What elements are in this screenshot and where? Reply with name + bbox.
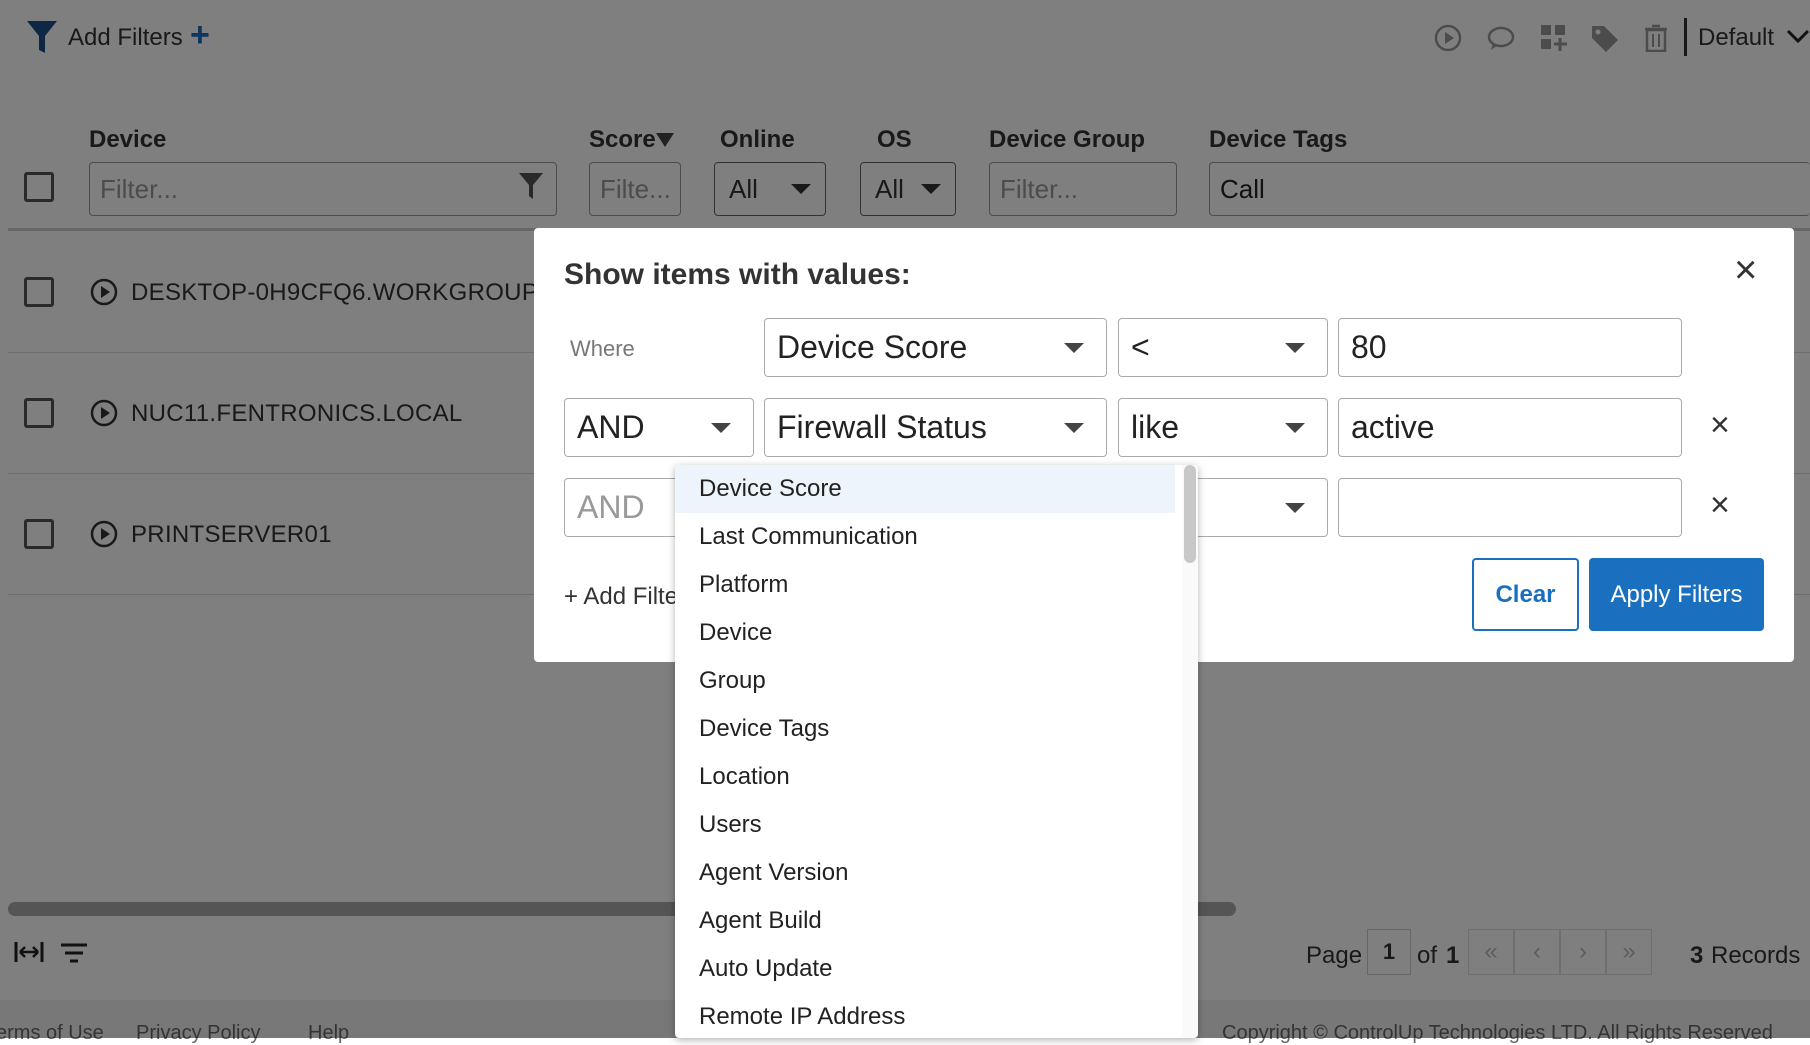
value-input-text: active [1351,409,1435,445]
close-icon[interactable]: × [1734,250,1757,290]
dropdown-item[interactable]: Agent Version [675,849,1175,897]
operator-select[interactable]: < [1118,318,1328,377]
connector-select-value: AND [577,409,645,445]
caret-down-icon [1064,422,1084,433]
connector-select-value: AND [577,489,645,525]
dropdown-item[interactable]: Platform [675,561,1175,609]
dropdown-scrollbar-thumb[interactable] [1184,465,1196,563]
remove-row-icon[interactable]: × [1710,486,1730,525]
dropdown-item[interactable]: Agent Build [675,897,1175,945]
value-input[interactable] [1338,478,1682,537]
caret-down-icon [1285,422,1305,433]
connector-select[interactable]: AND [564,398,754,457]
caret-down-icon [1064,342,1084,353]
field-dropdown-list: Device Score Last Communication Platform… [675,465,1198,1038]
dropdown-item[interactable]: Device [675,609,1175,657]
modal-title: Show items with values: [564,258,911,291]
field-select-value: Firewall Status [777,409,987,445]
dropdown-item[interactable]: Device Tags [675,705,1175,753]
field-select[interactable]: Firewall Status [764,398,1107,457]
caret-down-icon [711,422,731,433]
dropdown-item[interactable]: Group [675,657,1175,705]
value-input[interactable]: active [1338,398,1682,457]
dropdown-item[interactable]: Device Score [675,465,1175,513]
dropdown-item[interactable]: Last Communication [675,513,1175,561]
dropdown-item[interactable]: Remote IP Address [675,993,1175,1038]
remove-row-icon[interactable]: × [1710,406,1730,445]
caret-down-icon [1285,502,1305,513]
add-filter-link[interactable]: + Add Filte [564,583,678,611]
dropdown-item[interactable]: Users [675,801,1175,849]
operator-select-value: like [1131,409,1180,445]
operator-select[interactable]: like [1118,398,1328,457]
clear-button[interactable]: Clear [1472,558,1579,631]
dropdown-item[interactable]: Auto Update [675,945,1175,993]
apply-filters-button[interactable]: Apply Filters [1589,558,1764,631]
field-select-value: Device Score [777,329,968,365]
where-label: Where [570,336,635,361]
field-select[interactable]: Device Score [764,318,1107,377]
value-input-text: 80 [1351,329,1387,365]
dropdown-item[interactable]: Location [675,753,1175,801]
caret-down-icon [1285,342,1305,353]
value-input[interactable]: 80 [1338,318,1682,377]
operator-select-value: < [1131,329,1150,365]
